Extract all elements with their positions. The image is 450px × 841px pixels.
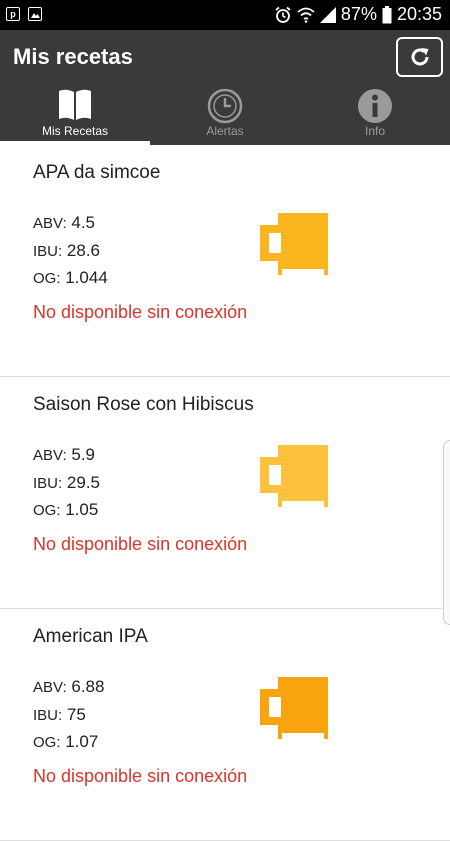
tab-mis-recetas[interactable]: Mis Recetas (0, 85, 150, 145)
og-label: OG: (33, 502, 61, 519)
beer-mug-icon (260, 213, 328, 275)
wifi-icon (297, 7, 315, 23)
offline-status: No disponible sin conexión (33, 534, 248, 554)
og-label: OG: (33, 270, 61, 287)
tab-label: Mis Recetas (41, 124, 109, 138)
recipe-card[interactable]: Saison Rose con Hibiscus ABV: 5.9 IBU: 2… (0, 377, 450, 609)
og-label: OG: (33, 734, 61, 751)
battery-icon (382, 5, 392, 23)
ibu-value: 29.5 (66, 472, 101, 492)
offline-status: No disponible sin conexión (33, 302, 248, 322)
app-bar: Mis recetas Mis Recetas Alertas Info (0, 30, 450, 145)
alarm-icon (275, 6, 291, 23)
info-icon (358, 89, 392, 123)
og-value: 1.07 (65, 732, 99, 751)
recipe-stats: ABV: 5.9 IBU: 29.5 OG: 1.05 (33, 442, 100, 525)
abv-label: ABV: (33, 215, 67, 232)
abv-label: ABV: (33, 447, 67, 464)
offline-status: No disponible sin conexión (33, 766, 248, 786)
recipe-stats: ABV: 6.88 IBU: 75 OG: 1.07 (33, 674, 104, 757)
ibu-value: 28.6 (66, 240, 101, 260)
og-value: 1.05 (65, 500, 99, 519)
clock-time: 20:35 (396, 4, 442, 24)
refresh-button[interactable] (396, 37, 443, 77)
tab-info[interactable]: Info (300, 85, 450, 145)
ibu-label: IBU: (33, 474, 63, 492)
battery-level: 87% (340, 4, 377, 24)
beer-mug-icon (260, 677, 328, 739)
refresh-icon (411, 48, 428, 66)
status-bar: p 87% 20:35 (0, 0, 450, 30)
p-icon: p (6, 7, 20, 21)
recipe-stats: ABV: 4.5 IBU: 28.6 OG: 1.044 (33, 210, 108, 293)
tab-bar: Mis Recetas Alertas Info (0, 85, 450, 145)
ibu-label: IBU: (33, 242, 63, 260)
recipe-name: APA da simcoe (33, 162, 161, 183)
beer-mug-icon (260, 445, 328, 507)
abv-value: 4.5 (71, 213, 96, 232)
signal-icon (319, 6, 336, 23)
abv-label: ABV: (33, 679, 67, 696)
recipe-card[interactable]: American IPA ABV: 6.88 IBU: 75 OG: 1.07 … (0, 609, 450, 841)
recipe-name: Saison Rose con Hibiscus (33, 394, 254, 415)
page-title: Mis recetas (13, 44, 133, 69)
abv-value: 5.9 (71, 445, 96, 464)
ibu-label: IBU: (33, 706, 63, 724)
recipe-list: APA da simcoe ABV: 4.5 IBU: 28.6 OG: 1.0… (0, 145, 450, 841)
recipe-name: American IPA (33, 626, 148, 647)
tab-label: Info (364, 124, 385, 138)
og-value: 1.044 (65, 268, 108, 287)
image-icon (28, 7, 42, 21)
tab-label: Alertas (206, 124, 244, 138)
edge-panel-handle[interactable] (443, 440, 450, 625)
ibu-value: 75 (66, 704, 86, 724)
abv-value: 6.88 (71, 677, 105, 696)
clock-icon (207, 88, 243, 124)
recipe-card[interactable]: APA da simcoe ABV: 4.5 IBU: 28.6 OG: 1.0… (0, 145, 450, 377)
book-icon (59, 89, 91, 120)
tab-alertas[interactable]: Alertas (150, 85, 300, 145)
